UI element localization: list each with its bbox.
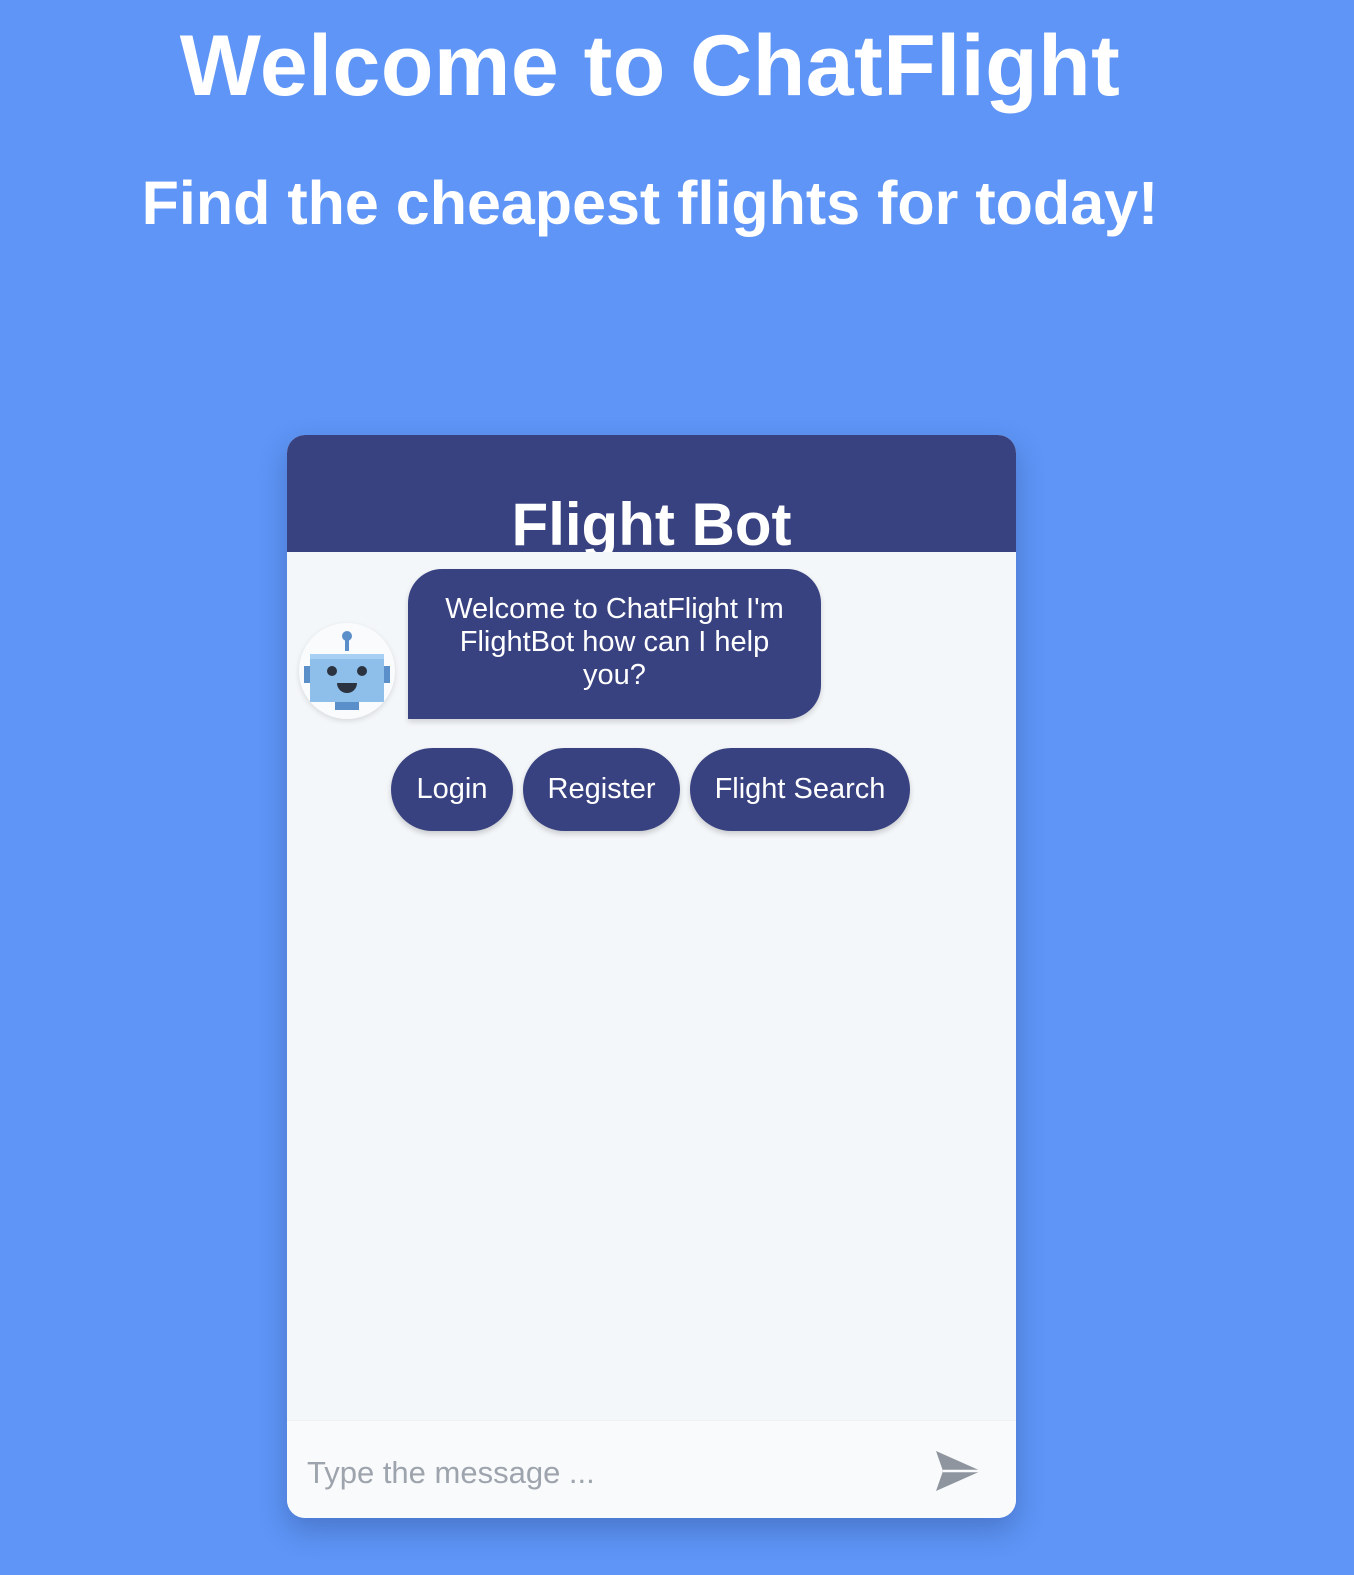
send-icon [936, 1451, 981, 1491]
login-button[interactable]: Login [391, 748, 513, 831]
send-button[interactable] [933, 1447, 985, 1495]
chat-window: Flight Bot Welcome to ChatFlight I'm Fli… [287, 435, 1016, 1518]
robot-icon [304, 631, 390, 710]
page-title: Welcome to ChatFlight [179, 18, 1121, 114]
message-composer [287, 1420, 1016, 1518]
chat-title: Flight Bot [511, 491, 792, 552]
flight-search-button[interactable]: Flight Search [690, 748, 910, 831]
chat-header: Flight Bot [287, 435, 1016, 552]
bot-message: Welcome to ChatFlight I'm FlightBot how … [408, 569, 821, 719]
quick-replies: Login Register Flight Search [391, 748, 910, 831]
bot-avatar [299, 623, 395, 719]
register-button[interactable]: Register [523, 748, 680, 831]
message-input[interactable] [307, 1443, 907, 1503]
page-subtitle: Find the cheapest flights for today! [141, 169, 1159, 237]
